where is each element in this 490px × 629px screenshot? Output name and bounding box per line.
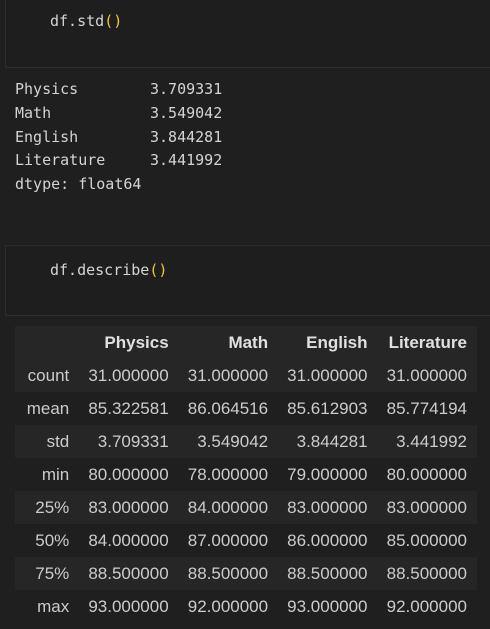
table-row: std 3.709331 3.549042 3.844281 3.441992 — [15, 425, 477, 458]
table-cell: 88.500000 — [187, 563, 269, 583]
table-cell: 83.000000 — [287, 497, 368, 517]
table-cell: 85.322581 — [88, 398, 169, 418]
table-row: 25% 83.000000 84.000000 83.000000 83.000… — [15, 491, 477, 524]
code-line: df.std() — [50, 12, 122, 30]
table-cell: 92.000000 — [187, 596, 269, 616]
table-cell: 85.000000 — [386, 530, 467, 550]
table-cell: 93.000000 — [287, 596, 368, 616]
table-cell: 3.709331 — [97, 431, 169, 451]
code-cell-describe[interactable]: df.describe() — [5, 245, 490, 316]
row-label: count — [27, 365, 70, 385]
index-header — [15, 326, 80, 359]
table-row: mean 85.322581 86.064516 85.612903 85.77… — [15, 392, 477, 425]
output-row: Physics 3.709331 — [15, 78, 222, 102]
code-parens: () — [149, 261, 168, 279]
table-cell: 86.000000 — [287, 530, 368, 550]
table-cell: 80.000000 — [386, 464, 467, 484]
table-row: count 31.000000 31.000000 31.000000 31.0… — [15, 359, 477, 392]
table-row: 75% 88.500000 88.500000 88.500000 88.500… — [15, 557, 477, 590]
table-cell: 78.000000 — [187, 464, 269, 484]
table-row: max 93.000000 92.000000 93.000000 92.000… — [15, 590, 477, 623]
table-cell: 31.000000 — [88, 365, 169, 385]
table-cell: 31.000000 — [386, 365, 467, 385]
column-header: Math — [178, 326, 279, 359]
table-cell: 93.000000 — [88, 596, 169, 616]
column-header: Physics — [79, 326, 179, 359]
output-row: Literature 3.441992 — [15, 149, 222, 173]
table-cell: 83.000000 — [88, 497, 169, 517]
output-name: English — [15, 127, 79, 146]
table-cell: 92.000000 — [386, 596, 467, 616]
cell-output-std: Physics 3.709331 Math 3.549042 English 3.84… — [15, 78, 222, 197]
table-cell: 84.000000 — [88, 530, 169, 550]
table-header-row: Physics Math English Literature — [15, 326, 477, 359]
table-cell: 85.774194 — [386, 398, 467, 418]
table-cell: 3.844281 — [296, 431, 368, 451]
row-label: std — [46, 431, 70, 451]
column-header: Literature — [377, 326, 477, 359]
table-cell: 80.000000 — [88, 464, 169, 484]
row-label: mean — [26, 398, 70, 418]
table-cell: 85.612903 — [287, 398, 368, 418]
output-name: Literature — [15, 151, 106, 170]
output-value: 3.844281 — [150, 127, 223, 146]
output-value: 3.709331 — [150, 80, 223, 98]
output-name: Physics — [15, 80, 79, 98]
table-cell: 83.000000 — [386, 497, 467, 517]
code-text: df.describe — [50, 261, 150, 279]
table-cell: 3.549042 — [197, 431, 269, 451]
table-cell: 84.000000 — [187, 497, 269, 517]
table-row: min 80.000000 78.000000 79.000000 80.000… — [15, 458, 477, 491]
output-row: Math 3.549042 — [15, 102, 222, 126]
output-value: 3.549042 — [150, 103, 223, 122]
code-parens: () — [104, 12, 123, 30]
table-cell: 88.500000 — [386, 563, 467, 583]
output-row: English 3.844281 — [15, 126, 222, 150]
table-cell: 3.441992 — [396, 431, 467, 451]
row-label: 50% — [35, 530, 70, 550]
row-label: min — [41, 464, 70, 484]
table-cell: 79.000000 — [287, 464, 368, 484]
code-cell-std[interactable]: df.std() — [5, 0, 490, 68]
column-header: English — [278, 326, 378, 359]
table-cell: 86.064516 — [187, 398, 269, 418]
describe-table: Physics Math English Literature count 31… — [15, 326, 477, 623]
code-text: df.std — [50, 12, 105, 30]
row-label: 75% — [35, 563, 70, 583]
table-cell: 31.000000 — [287, 365, 368, 385]
table-cell: 88.500000 — [88, 563, 169, 583]
table-row: 50% 84.000000 87.000000 86.000000 85.000… — [15, 524, 477, 557]
table-cell: 88.500000 — [287, 563, 368, 583]
row-label: 25% — [35, 497, 70, 517]
row-label: max — [37, 596, 70, 616]
output-name: Math — [15, 103, 52, 122]
output-value: 3.441992 — [150, 151, 223, 170]
output-dtype: dtype: float64 — [15, 175, 142, 194]
code-line: df.describe() — [50, 261, 167, 279]
table-cell: 31.000000 — [187, 365, 269, 385]
table-cell: 87.000000 — [187, 530, 269, 550]
